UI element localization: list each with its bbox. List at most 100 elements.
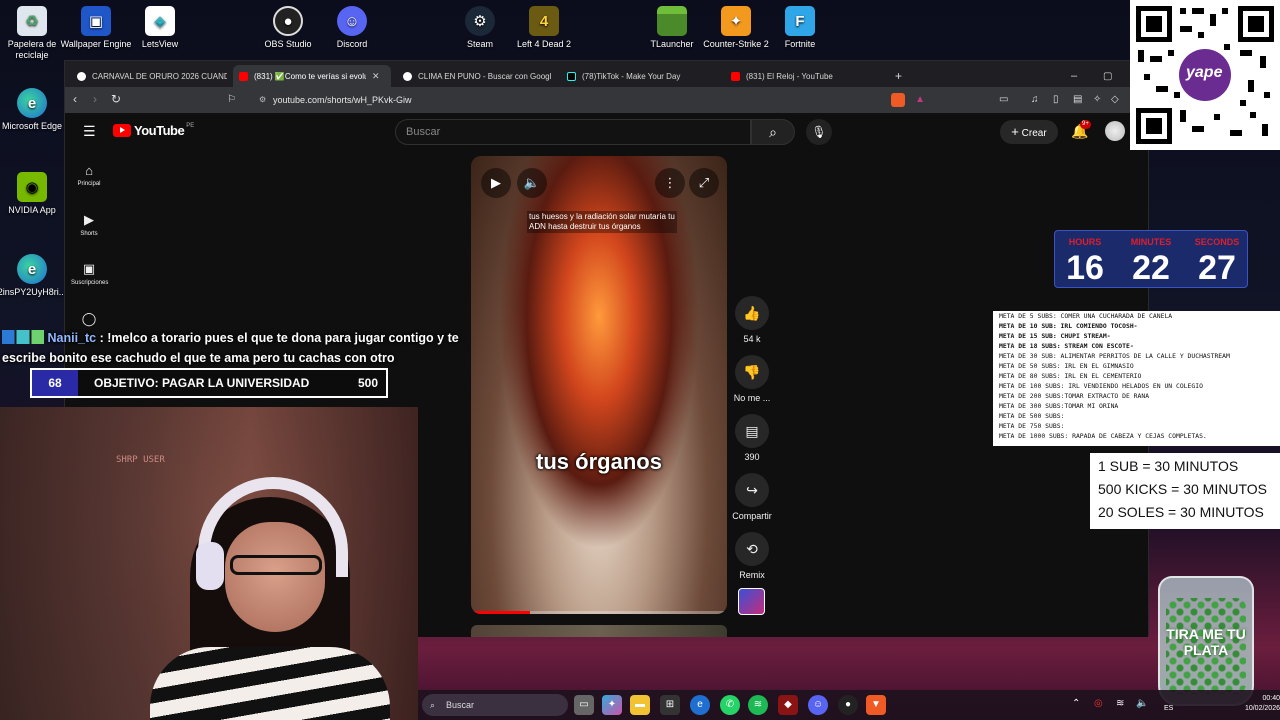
avatar[interactable] xyxy=(1105,121,1125,141)
search-button[interactable]: ⌕ xyxy=(751,119,795,145)
taskbar-search[interactable]: ⌕ Buscar xyxy=(422,694,568,716)
volume-button[interactable]: 🔈 xyxy=(517,168,547,198)
edge-icon: e xyxy=(17,88,47,118)
file-explorer-icon[interactable]: ▬ xyxy=(630,695,650,715)
desktop-icon-nvidia[interactable]: ◉ NVIDIA App xyxy=(0,172,70,216)
close-tab-icon[interactable]: ✕ xyxy=(372,71,380,82)
sub-goals-panel: META DE 5 SUBS: COMER UNA CUCHARADA DE C… xyxy=(993,311,1280,446)
dislike-button[interactable]: 👎 No me ... xyxy=(729,355,775,403)
recycle-bin-icon: ♻ xyxy=(17,6,47,36)
desktop-icon-letsview[interactable]: ◈ LetsView xyxy=(122,6,198,50)
brave-rewards-icon[interactable]: ▲ xyxy=(915,93,925,107)
site-info-icon[interactable]: ⚙ xyxy=(259,90,266,110)
tab-el-reloj[interactable]: (831) El Reloj - YouTube xyxy=(725,65,885,87)
tray-app-icon[interactable]: ◎ xyxy=(1094,698,1103,709)
tlauncher-icon xyxy=(657,6,687,36)
maximize-button[interactable]: ▢ xyxy=(1097,65,1117,87)
tab-tiktok[interactable]: (78)TikTok - Make Your Day xyxy=(561,65,719,87)
channel-avatar[interactable] xyxy=(738,588,765,615)
desktop-icon-label: Wallpaper Engine xyxy=(60,39,132,49)
streamer-sweater xyxy=(150,647,390,720)
brave-taskbar-icon[interactable]: ▼ xyxy=(866,695,886,715)
task-view-icon[interactable]: ▭ xyxy=(574,695,594,715)
desktop-icon-label: Left 4 Dead 2 xyxy=(516,39,572,49)
youtube-logo[interactable]: YouTube PE xyxy=(113,123,194,138)
share-button[interactable]: ↪ Compartir xyxy=(729,473,775,521)
tab-active-video[interactable]: (831) ✅Como te verías si evolu ✕ xyxy=(233,65,391,87)
discord-taskbar-icon[interactable]: ☺ xyxy=(808,695,828,715)
sidebar-item-home[interactable]: ⌂ Principal xyxy=(71,163,107,187)
comment-count: 390 xyxy=(744,452,760,462)
tab-carnaval[interactable]: CARNAVAL DE ORURO 2026 CUANDO xyxy=(71,65,227,87)
comments-button[interactable]: ▤ 390 xyxy=(729,414,775,462)
brave-shields-icon[interactable] xyxy=(891,93,905,107)
desktop-icon-label: Discord xyxy=(336,39,368,49)
search-input[interactable]: Buscar xyxy=(395,119,751,145)
sidebar-item-shorts[interactable]: ▶ Shorts xyxy=(71,212,107,237)
music-icon[interactable]: ♫ xyxy=(1031,94,1039,105)
reload-icon[interactable]: ↻ xyxy=(111,92,121,106)
sub-goal-line: META DE 50 SUBS: IRL EN EL GIMNASIO xyxy=(999,362,1134,370)
plus-icon: + xyxy=(1011,124,1019,139)
fullscreen-button[interactable]: ⤢ xyxy=(689,168,719,198)
tab-title: (831) El Reloj - YouTube xyxy=(746,71,833,81)
sidebar-icon[interactable]: ▭ xyxy=(999,94,1008,105)
video-caption-big: tus órganos xyxy=(536,449,662,474)
tab-title: (78)TikTok - Make Your Day xyxy=(582,71,681,81)
sub-goal-line: META DE 80 SUBS: IRL EN EL CEMENTERIO xyxy=(999,372,1142,380)
leo-icon[interactable]: ✧ xyxy=(1093,94,1101,105)
wallpaper-engine-icon: ▣ xyxy=(81,6,111,36)
language-indicator[interactable]: ES xyxy=(1164,705,1173,712)
vpn-icon[interactable]: ◇ xyxy=(1111,94,1119,105)
hours-label: HOURS xyxy=(1068,237,1102,247)
desktop-icon-fortnite[interactable]: F Fortnite xyxy=(762,6,838,50)
whatsapp-icon[interactable]: ✆ xyxy=(720,695,740,715)
desktop-icon-label: Steam xyxy=(466,39,493,49)
forward-icon[interactable]: › xyxy=(93,92,97,106)
clock[interactable]: 00:40 10/02/2026 xyxy=(1240,694,1280,714)
tab-title: CLIMA EN PUNO - Buscar con Googl xyxy=(418,71,552,81)
desktop-icon-discord[interactable]: ☺ Discord xyxy=(314,6,390,50)
video-progress-fill xyxy=(471,611,530,614)
notifications-button[interactable]: 🔔 9+ xyxy=(1071,120,1091,140)
spotify-icon[interactable]: ≋ xyxy=(748,695,768,715)
like-button[interactable]: 👍 54 k xyxy=(729,296,775,344)
menu-icon[interactable]: ☰ xyxy=(83,123,96,140)
tab-clima[interactable]: CLIMA EN PUNO - Buscar con Googl xyxy=(397,65,553,87)
minimize-button[interactable]: – xyxy=(1065,65,1085,87)
app-red-icon[interactable]: ◆ xyxy=(778,695,798,715)
voice-search-button[interactable]: 🎙 xyxy=(806,119,832,145)
wallet-icon[interactable]: ▤ xyxy=(1073,94,1082,105)
tray-chevron-icon[interactable]: ⌃ xyxy=(1072,698,1080,709)
sidebar-item-subscriptions[interactable]: ▣ Suscripciones xyxy=(71,261,109,286)
volume-icon[interactable]: 🔈 xyxy=(1136,698,1148,709)
address-bar[interactable]: ⚙ youtube.com/shorts/wH_PKvk-Giw ▲ xyxy=(253,90,931,110)
play-button[interactable]: ▶ xyxy=(481,168,511,198)
back-icon[interactable]: ‹ xyxy=(73,92,77,106)
desktop-icon-edge[interactable]: e Microsoft Edge xyxy=(0,88,70,132)
short-video-player[interactable]: ▶ 🔈 ⋮ ⤢ tus huesos y la radiación solar … xyxy=(471,156,727,614)
store-icon[interactable]: ⊞ xyxy=(660,695,680,715)
desktop-icon-left4dead2[interactable]: 4 Left 4 Dead 2 xyxy=(506,6,582,50)
tip-jar-text: TIRA ME TU PLATA xyxy=(1166,626,1246,658)
bookmark-icon[interactable]: ⚐ xyxy=(227,94,236,105)
desktop-icon-edge-shortcut[interactable]: e 2insPY2UyH8ri... xyxy=(0,254,70,298)
video-progress-bar[interactable] xyxy=(471,611,727,614)
more-options-button[interactable]: ⋮ xyxy=(655,168,685,198)
create-button[interactable]: + Crear xyxy=(1000,120,1058,144)
extensions-icon[interactable]: ▯ xyxy=(1053,94,1059,105)
desktop-icon-label: Fortnite xyxy=(784,39,816,49)
edge-taskbar-icon[interactable]: e xyxy=(690,695,710,715)
next-short-preview[interactable] xyxy=(471,625,727,637)
remix-button[interactable]: ⟲ Remix xyxy=(729,532,775,580)
sub-goal-line: META DE 100 SUBS: IRL VENDIENDO HELADOS … xyxy=(999,382,1203,390)
obs-taskbar-icon[interactable]: ● xyxy=(838,695,858,715)
sidebar-item-label: Suscripciones xyxy=(71,280,109,286)
copilot-icon[interactable]: ✦ xyxy=(602,695,622,715)
minutes-value: 22 xyxy=(1132,249,1170,287)
sub-goal-line: META DE 1000 SUBS: RAPADA DE CABEZA Y CE… xyxy=(999,432,1207,440)
new-tab-button[interactable]: + xyxy=(889,65,909,87)
taskbar-search-placeholder: Buscar xyxy=(446,700,475,710)
wifi-icon[interactable]: ≋ xyxy=(1116,698,1124,709)
search-placeholder: Buscar xyxy=(406,126,441,138)
